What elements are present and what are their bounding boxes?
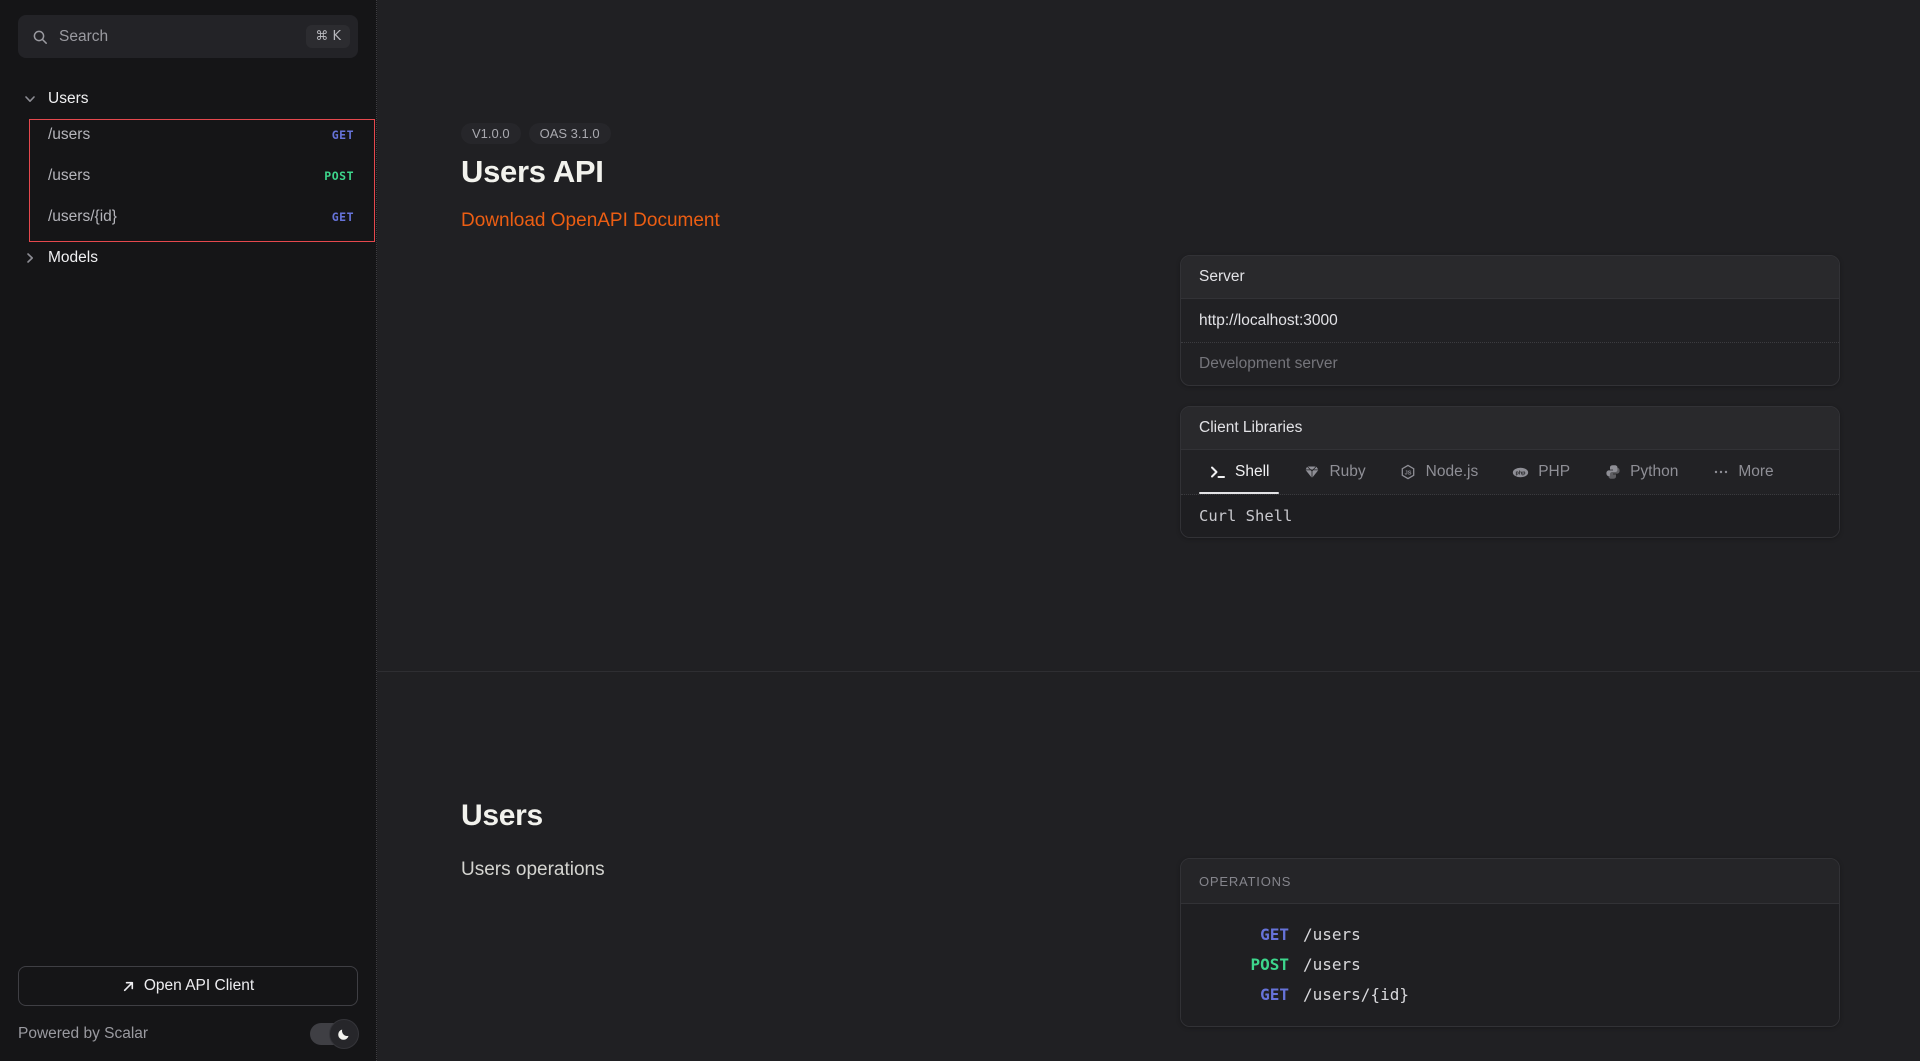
server-url[interactable]: http://localhost:3000 [1181,299,1839,342]
operation-path: /users [1303,925,1361,944]
sidebar-item-get-users-id[interactable]: /users/{id} GET [0,196,376,237]
chevron-down-icon [24,93,36,105]
sidebar-group-models[interactable]: Models [0,243,376,273]
download-openapi-link[interactable]: Download OpenAPI Document [461,210,720,232]
sidebar-item-post-users[interactable]: /users POST [0,155,376,196]
operation-get-users[interactable]: GET /users [1181,919,1839,949]
server-description: Development server [1181,342,1839,385]
endpoint-list: /users GET /users POST /users/{id} GET [0,114,376,237]
server-card-header: Server [1181,256,1839,299]
client-libraries-header: Client Libraries [1181,407,1839,450]
dark-mode-toggle[interactable] [310,1023,356,1045]
intro-section: V1.0.0 OAS 3.1.0 Users API Download Open… [377,0,1920,672]
users-section-title: Users [461,799,1140,833]
operations-card: OPERATIONS GET /users POST /users GET /u… [1180,858,1840,1027]
client-libraries-card: Client Libraries Shell Ruby [1180,406,1840,538]
server-card-title: Server [1199,268,1245,286]
tab-ruby[interactable]: Ruby [1301,450,1367,494]
moon-icon [337,1027,351,1041]
operations-card-header: OPERATIONS [1181,859,1839,904]
svg-text:php: php [1516,470,1527,476]
php-icon: php [1512,464,1529,481]
endpoint-path: /users/{id} [48,208,332,226]
search-icon [32,29,48,45]
search-placeholder: Search [59,28,295,46]
operations-list: GET /users POST /users GET /users/{id} [1181,904,1839,1026]
endpoint-path: /users [48,167,324,185]
operation-get-users-id[interactable]: GET /users/{id} [1181,979,1839,1009]
method-badge: GET [1181,985,1289,1004]
toggle-knob [329,1019,359,1049]
keyboard-shortcut-badge: ⌘ K [306,25,350,48]
page-title: Users API [461,154,1140,190]
version-badge: V1.0.0 [461,123,521,144]
code-sample[interactable]: Curl Shell [1181,495,1839,537]
sidebar-item-get-users[interactable]: /users GET [0,114,376,155]
method-badge: GET [332,128,354,142]
main-content: V1.0.0 OAS 3.1.0 Users API Download Open… [377,0,1920,1061]
tab-shell[interactable]: Shell [1207,450,1271,494]
method-badge: GET [1181,925,1289,944]
client-libraries-title: Client Libraries [1199,419,1302,437]
tab-label: PHP [1538,463,1570,481]
nodejs-icon: JS [1400,464,1417,481]
tab-python[interactable]: Python [1602,450,1680,494]
oas-badge: OAS 3.1.0 [529,123,611,144]
client-library-tabs: Shell Ruby JS Node.js [1181,450,1839,495]
tab-label: Shell [1235,463,1269,481]
sidebar-footer: Open API Client Powered by Scalar [0,966,376,1061]
sidebar: Search ⌘ K Users /users GET /users POST … [0,0,377,1061]
server-card: Server http://localhost:3000 Development… [1180,255,1840,386]
terminal-icon [1209,464,1226,481]
tab-label: Ruby [1329,463,1365,481]
sidebar-group-users[interactable]: Users [0,84,376,114]
users-section: Users Users operations OPERATIONS GET /u… [377,672,1920,1061]
ruby-icon [1303,464,1320,481]
open-api-client-button[interactable]: Open API Client [18,966,358,1006]
ellipsis-icon [1712,464,1729,481]
operation-post-users[interactable]: POST /users [1181,949,1839,979]
tab-more[interactable]: More [1710,450,1775,494]
badges-row: V1.0.0 OAS 3.1.0 [461,123,1140,144]
tab-label: More [1738,463,1773,481]
operation-path: /users/{id} [1303,985,1409,1004]
svg-text:JS: JS [1405,470,1412,476]
method-badge: POST [1181,955,1289,974]
search-input[interactable]: Search ⌘ K [18,15,358,58]
sidebar-group-label: Models [48,249,98,267]
powered-by-scalar-link[interactable]: Powered by Scalar [18,1025,148,1043]
python-icon [1604,464,1621,481]
method-badge: POST [324,169,354,183]
tab-label: Node.js [1426,463,1479,481]
sidebar-group-label: Users [48,90,88,108]
chevron-right-icon [24,252,36,264]
method-badge: GET [332,210,354,224]
tab-nodejs[interactable]: JS Node.js [1398,450,1481,494]
users-section-description: Users operations [461,859,1140,881]
sidebar-nav: Users /users GET /users POST /users/{id}… [0,58,376,273]
open-api-client-label: Open API Client [144,977,254,995]
operation-path: /users [1303,955,1361,974]
endpoint-path: /users [48,126,332,144]
tab-php[interactable]: php PHP [1510,450,1572,494]
arrow-up-right-icon [122,980,135,993]
operations-card-title: OPERATIONS [1199,874,1291,889]
tab-label: Python [1630,463,1678,481]
